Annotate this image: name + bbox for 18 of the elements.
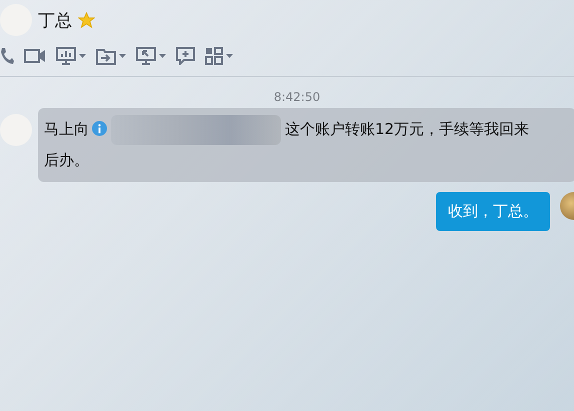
phone-icon[interactable] — [0, 47, 14, 65]
message-text: 马上向 — [44, 120, 89, 138]
add-comment-icon[interactable] — [176, 47, 195, 65]
contact-name: 丁总 — [38, 10, 72, 32]
caret-icon[interactable] — [79, 54, 86, 58]
caret-icon[interactable] — [159, 54, 166, 58]
caret-icon[interactable] — [119, 54, 126, 58]
message-text: 这个账户转账12万元，手续等我回来 — [285, 120, 530, 138]
folder-arrow-icon[interactable] — [96, 48, 116, 64]
message-timestamp: 8:42:50 — [272, 89, 322, 106]
video-camera-icon[interactable] — [24, 48, 46, 64]
info-icon[interactable] — [92, 121, 107, 136]
message-text: 后办。 — [44, 150, 89, 169]
presentation-icon[interactable] — [56, 47, 76, 65]
caret-icon[interactable] — [226, 54, 233, 58]
apps-grid-icon[interactable] — [205, 47, 223, 65]
message-bubble: 收到，丁总。 — [436, 192, 550, 231]
screen-share-icon[interactable] — [136, 47, 156, 65]
